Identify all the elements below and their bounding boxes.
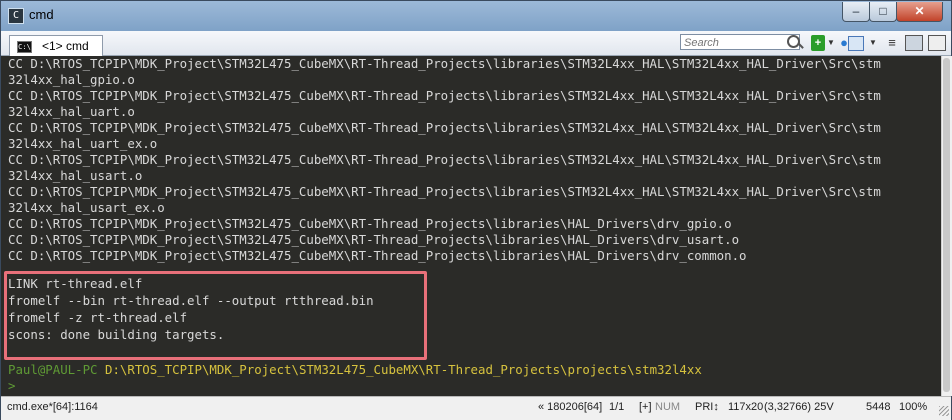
- status-cursor-info: (3,32766) 25V: [764, 401, 834, 413]
- new-console-dropdown-icon[interactable]: ▼: [827, 35, 835, 51]
- maximize-button[interactable]: □: [869, 2, 897, 22]
- vertical-scrollbar[interactable]: [941, 56, 952, 396]
- terminal-line: CC D:\RTOS_TCPIP\MDK_Project\STM32L475_C…: [8, 120, 881, 135]
- prompt-line: Paul@PAUL-PC D:\RTOS_TCPIP\MDK_Project\S…: [8, 362, 702, 378]
- status-bar: cmd.exe*[64]:1164 « 180206[64] 1/1 [+] N…: [1, 396, 951, 420]
- status-process[interactable]: cmd.exe*[64]:1164: [7, 401, 98, 413]
- status-char-code: « 180206[64]: [538, 401, 603, 413]
- search-input[interactable]: [684, 37, 784, 49]
- console-app-icon[interactable]: C: [8, 8, 24, 24]
- terminal-line: CC D:\RTOS_TCPIP\MDK_Project\STM32L475_C…: [8, 56, 881, 71]
- terminal-line: CC D:\RTOS_TCPIP\MDK_Project\STM32L475_C…: [8, 88, 881, 103]
- status-bracket: [+]: [639, 401, 652, 413]
- terminal-line: 32l4xx_hal_gpio.o: [8, 72, 135, 87]
- prompt-symbol: >: [8, 378, 16, 393]
- prompt-input-line[interactable]: >: [8, 378, 15, 394]
- view-icon[interactable]: [848, 36, 864, 51]
- toolbar: C:\ <1> cmd + ▼ ● ▼ ≡: [1, 31, 951, 57]
- menu-icon[interactable]: ≡: [885, 35, 899, 51]
- tab-cmd[interactable]: C:\ <1> cmd: [9, 35, 103, 57]
- prompt-user: Paul@PAUL-PC: [8, 362, 98, 377]
- settings-icon[interactable]: [928, 35, 946, 51]
- terminal-line: 32l4xx_hal_usart_ex.o: [8, 200, 165, 215]
- resize-grip-icon[interactable]: [939, 406, 949, 416]
- console-window: C cmd – □ ✕ C:\ <1> cmd + ▼ ● ▼ ≡ CC D:\…: [0, 0, 952, 420]
- tab-label: <1> cmd: [42, 39, 89, 53]
- status-num-lock: NUM: [655, 401, 681, 413]
- title-bar[interactable]: C cmd – □ ✕: [1, 1, 951, 31]
- terminal-line: 32l4xx_hal_usart.o: [8, 168, 143, 183]
- status-priority: PRI↕: [695, 401, 719, 413]
- view-dropdown-icon[interactable]: ▼: [869, 35, 877, 51]
- terminal-line: CC D:\RTOS_TCPIP\MDK_Project\STM32L475_C…: [8, 248, 747, 263]
- window-title: cmd: [29, 7, 54, 22]
- status-pid: 5448: [866, 401, 891, 413]
- terminal-output[interactable]: CC D:\RTOS_TCPIP\MDK_Project\STM32L475_C…: [1, 56, 941, 396]
- terminal-line: CC D:\RTOS_TCPIP\MDK_Project\STM32L475_C…: [8, 232, 740, 247]
- minimize-button[interactable]: –: [842, 2, 870, 22]
- terminal-line: 32l4xx_hal_uart_ex.o: [8, 136, 158, 151]
- terminal-line: CC D:\RTOS_TCPIP\MDK_Project\STM32L475_C…: [8, 184, 881, 199]
- close-button[interactable]: ✕: [896, 2, 943, 22]
- terminal-line: CC D:\RTOS_TCPIP\MDK_Project\STM32L475_C…: [8, 216, 732, 231]
- new-console-icon[interactable]: +: [811, 35, 825, 51]
- search-box[interactable]: [680, 34, 800, 50]
- split-layout-icon[interactable]: [905, 35, 923, 51]
- status-console-size: 117x20: [728, 401, 764, 413]
- prompt-path: D:\RTOS_TCPIP\MDK_Project\STM32L475_Cube…: [105, 362, 702, 377]
- terminal-line: 32l4xx_hal_uart.o: [8, 104, 135, 119]
- console-icon: C:\: [17, 41, 32, 53]
- scrollbar-thumb[interactable]: [943, 58, 950, 392]
- search-icon[interactable]: [787, 35, 800, 48]
- status-console-position: 1/1: [609, 401, 625, 413]
- status-zoom[interactable]: 100%: [899, 401, 927, 413]
- highlight-box: [4, 271, 427, 360]
- terminal-line: CC D:\RTOS_TCPIP\MDK_Project\STM32L475_C…: [8, 152, 881, 167]
